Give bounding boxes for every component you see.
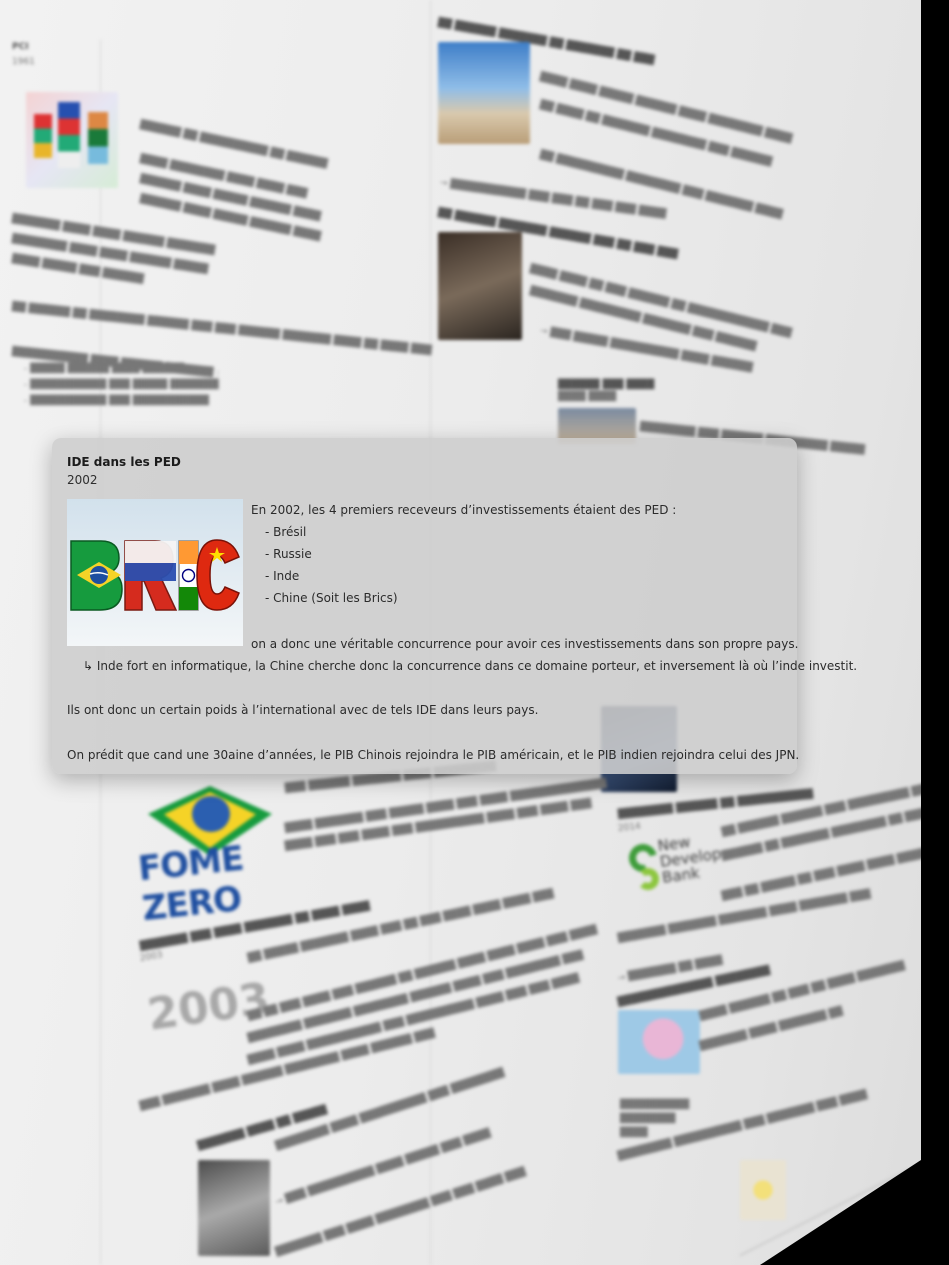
intro-text: En 2002, les 4 premiers receveurs d’inve… bbox=[251, 503, 677, 517]
event-card[interactable]: IDE dans les PED 2002 En 2002, les 4 pre… bbox=[52, 438, 857, 774]
bg-text: ████ bbox=[620, 1128, 648, 1138]
fome-zero-logo: FOME ZERO bbox=[136, 780, 280, 929]
bric-logo-icon bbox=[70, 539, 240, 611]
fome-zero-label: FOME ZERO bbox=[136, 838, 246, 930]
bg-text: - ███████████ ███ ███████████ bbox=[24, 396, 209, 406]
bg-text: - ███████████ ███ █████ ███████ bbox=[24, 380, 219, 390]
small-map-thumbnail bbox=[740, 1160, 786, 1220]
poids-text: Ils ont donc un certain poids à l’intern… bbox=[67, 703, 539, 717]
bg-text: ██ ██████ ██ ████████ ██████ ███ ███ ███… bbox=[11, 302, 433, 357]
landscape-thumbnail bbox=[438, 42, 530, 144]
bric-image bbox=[67, 499, 243, 646]
country-item: - Inde bbox=[265, 569, 300, 583]
bg-text: 2014 bbox=[617, 821, 642, 834]
building-thumbnail bbox=[198, 1160, 270, 1256]
bg-text: ██████████ bbox=[620, 1100, 690, 1110]
concurrence-text: on a donc une véritable concurrence pour… bbox=[251, 637, 799, 651]
bg-text: ████████ bbox=[620, 1114, 676, 1124]
bg-text: - █████ ██████ ████ ██████ bbox=[24, 364, 185, 374]
prediction-text: On prédit que cand une 30aine d’années, … bbox=[67, 748, 800, 762]
bg-heading: PCI bbox=[12, 42, 29, 52]
bg-text: ███████ ███ ████ ████████ ███ ███ ████ █… bbox=[274, 1167, 527, 1258]
map-thumbnail bbox=[618, 1010, 700, 1074]
bg-text: ██ ██ ███ ████ ███ ██████ ██ ██████ ████… bbox=[246, 925, 599, 1022]
event-title: IDE dans les PED bbox=[67, 455, 181, 469]
factory-thumbnail bbox=[438, 232, 522, 340]
bg-text: 2003 bbox=[139, 950, 164, 964]
event-date: 2002 bbox=[67, 473, 98, 487]
inde-text: ↳ Inde fort en informatique, la Chine ch… bbox=[83, 659, 858, 673]
country-item: - Russie bbox=[265, 547, 312, 561]
bg-text: 1961 bbox=[12, 57, 35, 67]
ndb-label: New Development Bank bbox=[656, 832, 762, 887]
bg-text: ████ ████ bbox=[558, 392, 617, 402]
flags-thumbnail bbox=[26, 92, 118, 188]
country-item: - Brésil bbox=[265, 525, 307, 539]
country-item: - Chine (Soit les Brics) bbox=[265, 591, 398, 605]
